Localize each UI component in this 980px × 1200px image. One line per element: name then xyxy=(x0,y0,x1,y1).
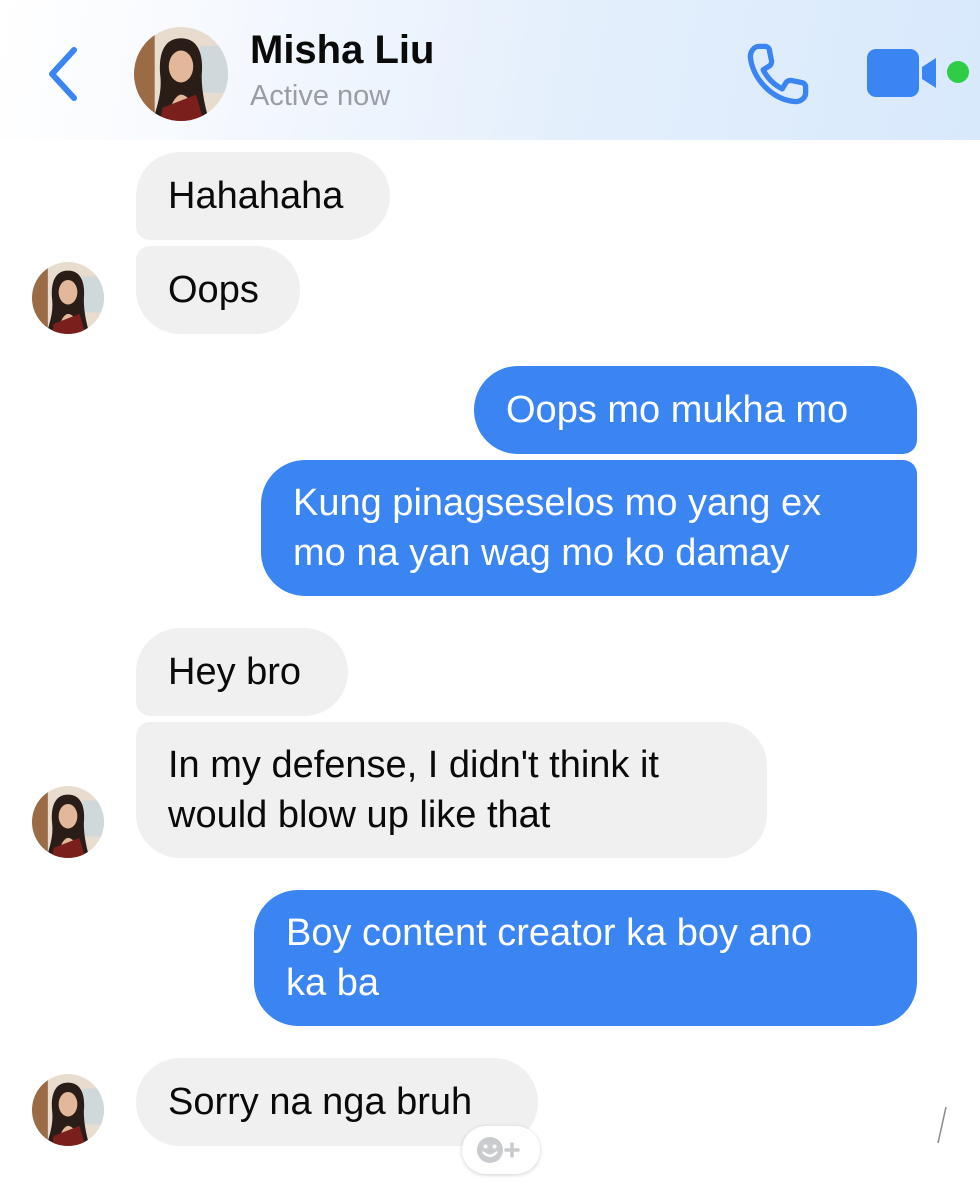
add-reaction-icon xyxy=(477,1137,520,1163)
message-line: Hey bro xyxy=(168,651,302,693)
message-line: mo na yan wag mo ko damay xyxy=(293,532,790,574)
message-line: Oops xyxy=(168,269,259,311)
incoming-message-bubble[interactable]: Oops xyxy=(136,246,300,334)
outgoing-message-bubble[interactable]: Oops mo mukha mo xyxy=(474,366,917,454)
message-line: would blow up like that xyxy=(168,794,551,836)
incoming-message-bubble[interactable]: Hey bro xyxy=(136,628,348,716)
outgoing-message-bubble[interactable]: Boy content creator ka boy ano ka ba xyxy=(254,890,917,1026)
online-status-dot xyxy=(947,61,969,83)
contact-avatar[interactable] xyxy=(134,27,228,121)
incoming-message-bubble[interactable]: Hahahaha xyxy=(136,152,390,240)
divider-mark xyxy=(937,1106,947,1144)
message-line: In my defense, I didn't think it xyxy=(168,744,659,786)
message-line: Kung pinagseselos mo yang ex xyxy=(293,482,822,524)
message-line: Sorry na nga bruh xyxy=(168,1081,473,1123)
message-line: ka ba xyxy=(286,962,379,1004)
message-line: Boy content creator ka boy ano xyxy=(286,912,812,954)
contact-name[interactable]: Misha Liu xyxy=(250,28,434,73)
incoming-message-bubble[interactable]: In my defense, I didn't think it would b… xyxy=(136,722,767,858)
contact-avatar-small[interactable] xyxy=(32,786,104,858)
phone-icon[interactable] xyxy=(744,40,812,108)
active-status: Active now xyxy=(250,80,391,112)
outgoing-message-bubble[interactable]: Kung pinagseselos mo yang ex mo na yan w… xyxy=(261,460,917,596)
video-camera-icon[interactable] xyxy=(866,48,940,98)
message-line: Oops mo mukha mo xyxy=(506,389,849,431)
contact-avatar-small[interactable] xyxy=(32,262,104,334)
add-reaction-button[interactable] xyxy=(462,1126,540,1174)
message-line: Hahahaha xyxy=(168,175,344,217)
contact-avatar-small[interactable] xyxy=(32,1074,104,1146)
chevron-left-icon[interactable] xyxy=(40,42,88,106)
chat-header: Misha Liu Active now xyxy=(0,0,980,140)
